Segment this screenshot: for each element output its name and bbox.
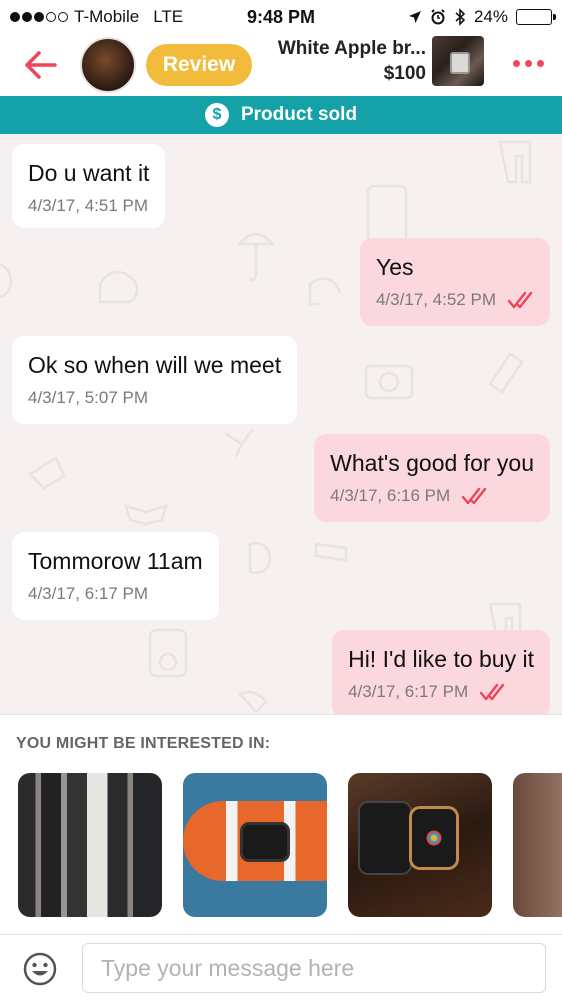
battery-icon [516,9,556,25]
conversation-header: Review White Apple br... $100 [0,34,562,96]
dollar-icon: $ [204,103,229,127]
message-meta: 4/3/17, 6:16 PM [330,486,534,506]
review-button[interactable]: Review [146,44,252,86]
product-sold-banner: $ Product sold [0,96,562,134]
read-receipt-icon [480,683,505,701]
message-meta: 4/3/17, 6:17 PM [28,584,203,604]
message-bubble-out[interactable]: Yes 4/3/17, 4:52 PM [359,238,550,326]
back-button[interactable] [0,34,80,96]
product-info[interactable]: White Apple br... $100 [278,36,426,86]
message-text: Hi! I'd like to buy it [348,646,534,672]
more-options-button[interactable] [508,48,548,78]
read-receipt-icon [462,487,487,505]
message-bubble-out[interactable]: What's good for you 4/3/17, 6:16 PM [314,434,550,522]
location-arrow-icon [408,11,421,23]
suggested-item-card[interactable] [18,773,162,917]
message-timestamp: 4/3/17, 5:07 PM [28,388,149,407]
message-bubble-in[interactable]: Do u want it 4/3/17, 4:51 PM [12,144,166,228]
suggested-item-card[interactable] [513,773,562,917]
chat-thread[interactable]: Do u want it 4/3/17, 4:51 PM Yes 4/3/17, 4:… [0,134,562,714]
suggested-item-card[interactable] [183,773,327,917]
alarm-icon [431,9,445,25]
bluetooth-icon [455,8,466,26]
product-thumbnail[interactable] [432,36,484,86]
banner-text: Product sold [240,104,358,125]
more-dot-icon [512,59,520,67]
message-bubble-out[interactable]: Hi! I'd like to buy it 4/3/17, 6:17 PM [332,630,550,714]
message-text: Tommorow 11am [28,548,203,574]
message-meta: 4/3/17, 5:07 PM [28,388,281,408]
message-meta: 4/3/17, 4:51 PM [28,196,149,216]
more-dot-icon [524,59,532,67]
signal-strength-icon [10,12,68,22]
carrier-name: T-Mobile [74,7,140,26]
message-text: Ok so when will we meet [28,352,282,378]
suggestions-panel: YOU MIGHT BE INTERESTED IN: [0,714,562,934]
message-text: Do u want it [28,160,150,186]
product-price: $100 [383,63,426,84]
product-title: White Apple br... [277,38,426,59]
emoji-icon[interactable] [22,951,58,987]
network-type: LTE [153,7,184,26]
message-timestamp: 4/3/17, 6:17 PM [348,682,469,701]
message-meta: 4/3/17, 6:17 PM [348,682,534,702]
message-composer [0,934,562,1000]
status-bar: T-Mobile LTE 9:48 PM 24% [0,0,562,34]
suggestions-title: YOU MIGHT BE INTERESTED IN: [16,735,271,752]
battery-percent: 24% [473,7,508,26]
message-meta: 4/3/17, 4:52 PM [376,290,534,310]
message-timestamp: 4/3/17, 4:52 PM [375,290,496,309]
back-arrow-icon [25,51,57,79]
message-timestamp: 4/3/17, 6:16 PM [330,486,451,505]
suggested-item-card[interactable] [348,773,492,917]
message-bubble-in[interactable]: Ok so when will we meet 4/3/17, 5:07 PM [12,336,298,424]
more-dot-icon [536,59,544,67]
read-receipt-icon [508,291,533,309]
message-text: What's good for you [330,450,534,476]
message-timestamp: 4/3/17, 4:51 PM [28,196,149,215]
message-bubble-in[interactable]: Tommorow 11am 4/3/17, 6:17 PM [12,532,219,620]
message-text: Yes [375,254,414,280]
status-right: 24% [408,7,556,27]
seller-avatar[interactable] [80,37,136,93]
status-left: T-Mobile LTE [10,7,210,27]
message-timestamp: 4/3/17, 6:17 PM [28,584,149,603]
message-input[interactable] [82,943,546,993]
